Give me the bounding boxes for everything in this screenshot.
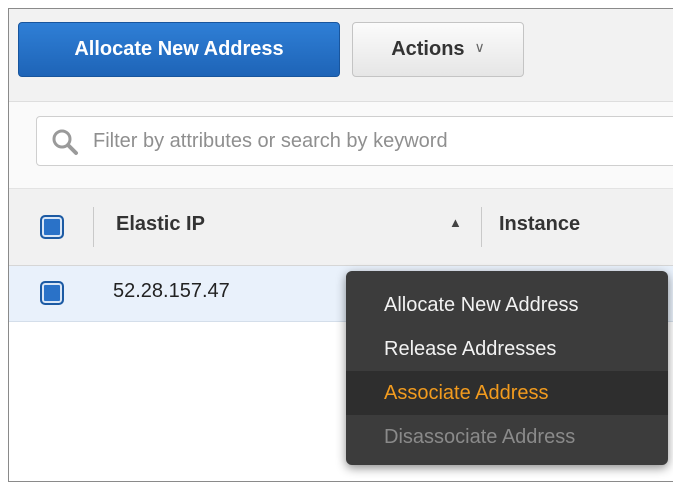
console-panel: Allocate New Address Actions ∨ Filter by…	[8, 8, 673, 482]
filter-bar: Filter by attributes or search by keywor…	[9, 102, 673, 189]
allocate-new-address-label: Allocate New Address	[74, 38, 284, 60]
menu-item-release-addresses[interactable]: Release Addresses	[346, 327, 668, 371]
actions-label: Actions	[391, 38, 465, 60]
search-icon	[52, 129, 78, 155]
select-all-checkbox[interactable]	[40, 215, 64, 239]
menu-item-disassociate-address: Disassociate Address	[384, 426, 576, 448]
search-placeholder: Filter by attributes or search by keywor…	[93, 130, 448, 152]
search-input[interactable]: Filter by attributes or search by keywor…	[36, 116, 673, 166]
sort-ascending-icon[interactable]: ▲	[449, 215, 462, 230]
toolbar: Allocate New Address Actions ∨	[9, 9, 673, 102]
row-checkbox[interactable]	[40, 281, 64, 305]
chevron-down-icon: ∨	[474, 39, 485, 55]
actions-context-menu: Allocate New Address Release Addresses A…	[346, 271, 668, 465]
column-divider	[481, 207, 482, 247]
column-header-elastic-ip[interactable]: Elastic IP	[116, 213, 205, 236]
menu-item-allocate-new-address[interactable]: Allocate New Address	[346, 283, 668, 327]
actions-button[interactable]: Actions ∨	[352, 22, 524, 77]
column-divider	[93, 207, 94, 247]
menu-item-associate-address[interactable]: Associate Address	[346, 371, 668, 415]
elastic-ip-cell: 52.28.157.47	[113, 280, 230, 302]
column-header-instance[interactable]: Instance	[499, 213, 580, 236]
allocate-new-address-button[interactable]: Allocate New Address	[18, 22, 340, 77]
table-header: Elastic IP ▲ Instance	[9, 189, 673, 266]
